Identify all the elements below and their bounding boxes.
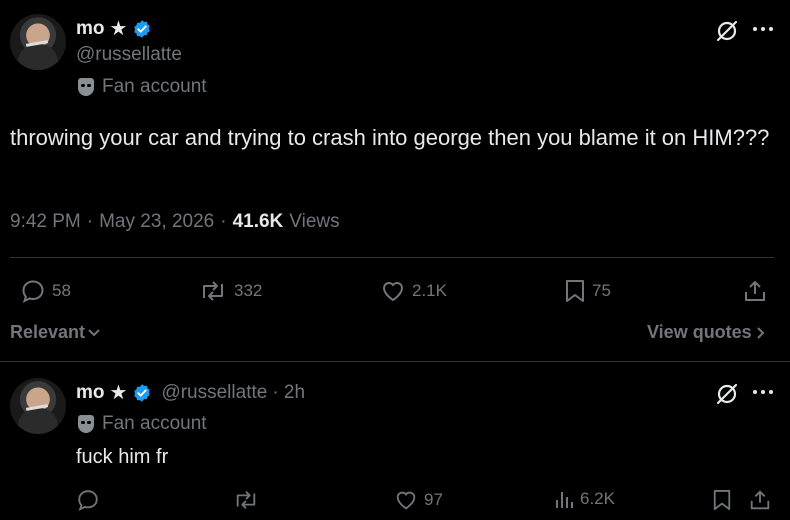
mask-icon [78,415,94,433]
reply-affiliation-label: Fan account [102,413,207,434]
reply-like-count: 97 [424,490,443,509]
author-handle[interactable]: @russellatte [76,44,182,66]
views-count: 41.6K [232,211,284,232]
separator: · [86,211,94,232]
author-star: ★ [109,18,128,40]
reply-author-row: mo ★ @russellatte · 2h [76,380,305,405]
affiliation-badge[interactable]: Fan account [78,76,207,98]
bookmark-button[interactable]: 75 [564,278,611,304]
reply-button[interactable]: 58 [20,278,71,304]
heart-icon [396,491,416,510]
divider [10,257,774,258]
like-count: 2.1K [412,281,447,300]
bookmark-count: 75 [592,281,611,300]
reply-count: 58 [52,281,71,300]
divider [0,361,790,362]
reply-reply-button[interactable] [76,488,100,512]
repost-icon [203,281,223,301]
verified-badge-icon [134,383,151,402]
like-button[interactable]: 2.1K [380,278,447,304]
grok-icon[interactable] [714,381,740,407]
author-row: mo ★ [76,16,152,41]
analytics-icon [556,492,573,508]
tweet-time[interactable]: 9:42 PM [10,211,81,233]
tweet-text: throwing your car and trying to crash in… [10,125,770,150]
reply-author-star: ★ [109,382,128,404]
reply-handle[interactable]: @russellatte [161,382,267,404]
reply-repost-button[interactable] [232,488,260,512]
bookmark-icon [566,280,584,302]
sort-label: Relevant [10,322,86,342]
share-icon[interactable] [742,278,768,304]
grok-icon[interactable] [714,18,740,44]
view-quotes-link[interactable]: View quotes [647,322,766,343]
share-icon[interactable] [748,488,772,512]
views-label: Views [289,211,340,232]
reply-icon [22,280,44,303]
bookmark-icon[interactable] [712,488,732,512]
reply-like-button[interactable]: 97 [394,488,443,512]
reply-avatar[interactable] [10,378,66,434]
reply-text: fuck him fr [76,446,169,468]
author-name[interactable]: mo [76,18,105,40]
separator: · [220,211,227,232]
mask-icon [78,78,94,96]
view-quotes-label: View quotes [647,322,752,342]
reply-author-name[interactable]: mo [76,382,105,404]
verified-badge-icon [134,19,151,38]
repost-icon [236,491,256,509]
more-options-icon[interactable] [752,24,774,34]
affiliation-label: Fan account [102,76,207,97]
reply-icon [78,490,98,512]
more-options-icon[interactable] [752,387,774,397]
chevron-right-icon [756,326,765,339]
reply-views-count: 6.2K [580,489,615,508]
tweet-meta: 9:42 PM · May 23, 2026 · 41.6K Views [10,211,340,233]
reply-age[interactable]: · 2h [272,382,305,404]
tweet-date[interactable]: May 23, 2026 [99,211,214,233]
avatar[interactable] [10,14,66,70]
chevron-down-icon [88,328,100,336]
repost-count: 332 [234,281,263,300]
repost-button[interactable]: 332 [198,278,262,304]
sort-relevant-dropdown[interactable]: Relevant [10,322,101,343]
heart-icon [382,282,404,302]
reply-affiliation-badge[interactable]: Fan account [78,413,207,435]
reply-views-button[interactable]: 6.2K [554,488,615,510]
